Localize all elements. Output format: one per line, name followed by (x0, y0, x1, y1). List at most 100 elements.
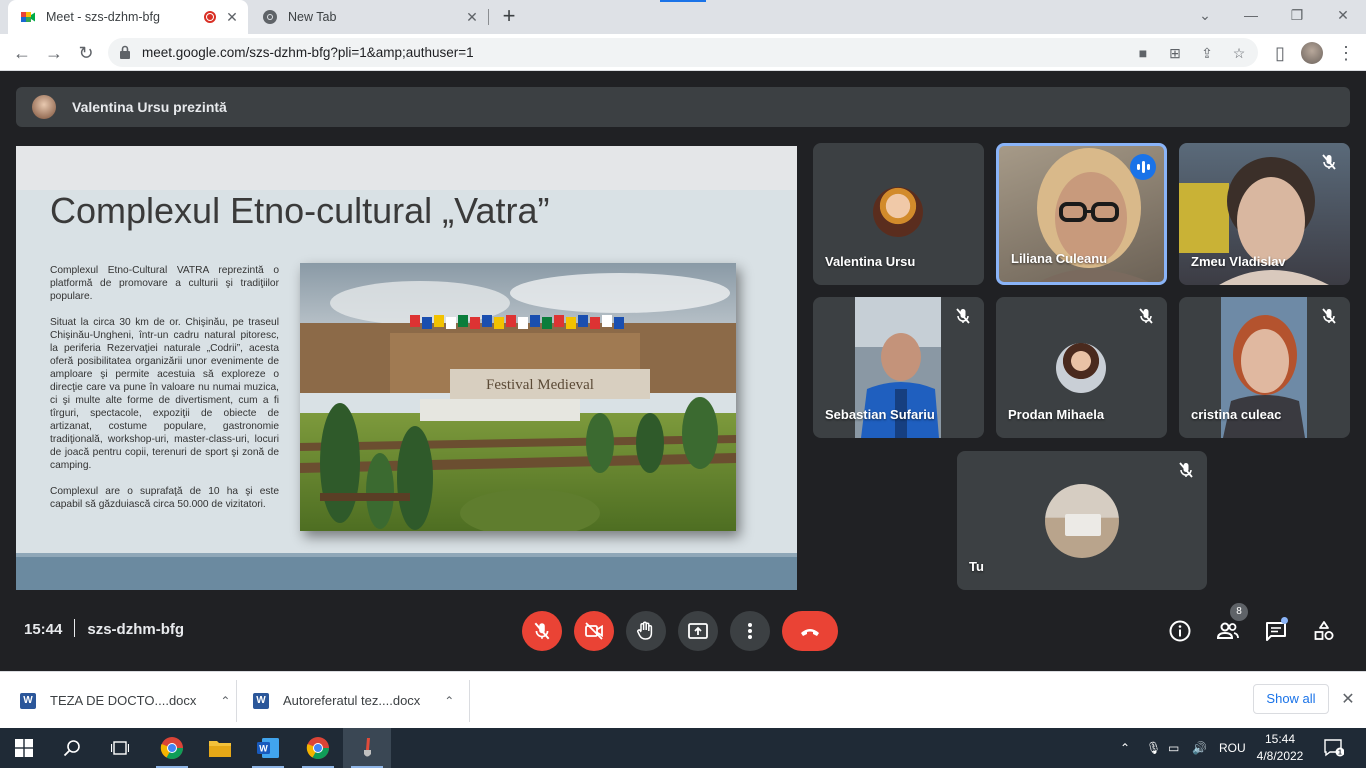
restore-button[interactable]: ❐ (1274, 0, 1320, 30)
microphone-icon[interactable]: 🎙 (1146, 728, 1161, 768)
browser-tab-strip: Meet - szs-dzhm-bfg ✕ New Tab ✕ + ⌄ — ❐ … (0, 0, 1366, 34)
address-toolbar: ← → ↻ meet.google.com/szs-dzhm-bfg?pli=1… (0, 34, 1366, 71)
hang-up-icon (801, 629, 819, 636)
paint-taskbar-button[interactable] (343, 728, 391, 768)
present-icon (688, 623, 708, 639)
task-view-button[interactable] (96, 728, 144, 768)
google-meet-icon (21, 12, 35, 22)
system-clock[interactable]: 15:44 4/8/2022 (1252, 731, 1308, 765)
participant-tile[interactable]: Zmeu Vladislav (1179, 143, 1350, 285)
slide-paragraph: Complexul Etno-Cultural VATRA reprezintă… (50, 265, 279, 302)
input-language[interactable]: ROU (1219, 728, 1246, 768)
show-all-button[interactable]: Show all (1253, 684, 1329, 714)
leave-call-button[interactable] (782, 611, 838, 651)
chevron-up-icon[interactable]: ⌃ (444, 694, 454, 708)
photo-sign-text: Festival Medieval (486, 377, 594, 393)
minimize-button[interactable]: — (1228, 0, 1274, 30)
tab-strip-highlight (660, 0, 706, 2)
speaking-indicator-icon (1130, 154, 1156, 180)
lock-icon (120, 45, 130, 59)
meeting-time: 15:44 (24, 621, 63, 638)
chevron-up-icon[interactable]: ⌃ (220, 694, 230, 708)
task-view-icon (111, 741, 129, 755)
camera-icon[interactable]: ■ (1134, 44, 1152, 62)
download-item[interactable]: W Autoreferatul tez....docx ⌃ (253, 672, 454, 729)
participant-name: Tu (969, 559, 984, 574)
word-icon: W (257, 738, 279, 758)
more-options-button[interactable] (730, 611, 770, 651)
share-icon[interactable]: ⇪ (1198, 44, 1216, 62)
presenter-banner: Valentina Ursu prezintă (16, 87, 1350, 127)
participant-name: Valentina Ursu (825, 254, 916, 269)
reload-icon[interactable]: ↻ (74, 41, 98, 65)
network-icon[interactable]: ▭ (1168, 728, 1179, 768)
participant-tile[interactable]: Prodan Mihaela (996, 297, 1167, 438)
tab-meet[interactable]: Meet - szs-dzhm-bfg ✕ (8, 0, 248, 34)
activities-icon[interactable] (1312, 619, 1336, 643)
new-tab-button[interactable]: + (498, 5, 520, 28)
participant-tile[interactable]: Valentina Ursu (813, 143, 984, 285)
participant-name: Sebastian Sufariu (825, 407, 935, 422)
show-hidden-icons[interactable]: ⌃ (1120, 728, 1130, 768)
tab-title: New Tab (288, 10, 337, 24)
meeting-details-info-icon[interactable] (1168, 619, 1192, 643)
chrome-icon (306, 737, 329, 759)
windows-logo-icon (15, 739, 33, 757)
close-tab-icon[interactable]: ✕ (224, 9, 240, 25)
tab-search-icon[interactable]: ⌄ (1182, 0, 1228, 30)
volume-icon[interactable]: 🔊 (1192, 728, 1207, 768)
profile-avatar[interactable] (1301, 42, 1323, 64)
search-button[interactable] (48, 728, 96, 768)
participant-tile-self[interactable]: Tu (957, 451, 1207, 590)
mic-off-icon (1322, 308, 1336, 324)
menu-dots-icon[interactable]: ⋮ (1334, 41, 1358, 65)
close-tab-icon[interactable]: ✕ (464, 9, 480, 25)
chrome-icon (263, 10, 277, 24)
mic-off-icon (1139, 308, 1153, 324)
participant-tile[interactable]: Sebastian Sufariu (813, 297, 984, 438)
new-message-dot (1281, 617, 1288, 624)
divider (236, 680, 237, 722)
slide-paragraph: Complexul are o suprafaţă de 10 ha şi es… (50, 486, 279, 510)
tab-divider (488, 9, 489, 25)
recording-icon (204, 11, 216, 23)
chrome-taskbar-button-2[interactable] (294, 728, 342, 768)
bookmark-star-icon[interactable]: ☆ (1230, 44, 1248, 62)
download-item[interactable]: W TEZA DE DOCTO....docx ⌃ (20, 672, 230, 729)
divider (74, 619, 76, 637)
meeting-code: szs-dzhm-bfg (87, 621, 185, 638)
avatar (32, 95, 56, 119)
participant-name: cristina culeac (1191, 407, 1282, 422)
slide-photo: Festival Medieval (300, 263, 736, 531)
present-screen-button[interactable] (678, 611, 718, 651)
translate-icon[interactable]: ⊞ (1166, 44, 1184, 62)
clock-date: 4/8/2022 (1256, 749, 1304, 763)
back-icon[interactable]: ← (10, 41, 34, 65)
close-window-button[interactable]: ✕ (1320, 0, 1366, 30)
start-button[interactable] (0, 728, 48, 768)
presentation-stage: Complexul Etno-cultural „Vatra” Complexu… (16, 146, 797, 590)
more-vert-icon (748, 623, 752, 639)
forward-icon[interactable]: → (42, 41, 66, 65)
tab-new-tab[interactable]: New Tab ✕ (250, 0, 488, 34)
omnibox[interactable]: meet.google.com/szs-dzhm-bfg?pli=1&amp;a… (108, 38, 1258, 67)
participant-tile[interactable]: cristina culeac (1179, 297, 1350, 438)
toggle-mic-button[interactable] (522, 611, 562, 651)
toggle-camera-button[interactable] (574, 611, 614, 651)
word-taskbar-button[interactable]: W (244, 728, 292, 768)
download-shelf: W TEZA DE DOCTO....docx ⌃ W Autoreferatu… (0, 671, 1366, 728)
slide-paragraph: Situat la circa 30 km de or. Chişinău, p… (50, 317, 279, 471)
participant-tile-speaking[interactable]: Liliana Culeanu (996, 143, 1167, 285)
side-panel-icon[interactable]: ▯ (1268, 41, 1292, 65)
chrome-taskbar-button[interactable] (148, 728, 196, 768)
notification-center-icon[interactable]: 1 (1324, 728, 1344, 768)
festival-photo: Festival Medieval (300, 263, 736, 531)
folder-icon (209, 741, 231, 757)
file-explorer-button[interactable] (196, 728, 244, 768)
people-icon[interactable] (1216, 619, 1240, 643)
slide-text: Complexul Etno-Cultural VATRA reprezintă… (50, 264, 279, 524)
participant-count-badge: 8 (1230, 603, 1248, 621)
participant-name: Zmeu Vladislav (1191, 254, 1286, 269)
close-shelf-icon[interactable]: ✕ (1339, 689, 1357, 709)
raise-hand-button[interactable] (626, 611, 666, 651)
